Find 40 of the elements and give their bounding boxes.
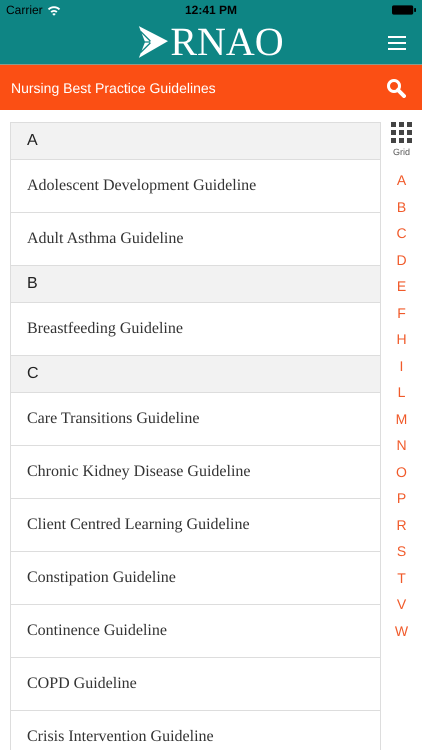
search-icon[interactable]	[386, 78, 406, 98]
grid-label: Grid	[392, 147, 410, 157]
grid-icon[interactable]	[391, 122, 412, 143]
index-letter[interactable]: I	[400, 352, 404, 379]
carrier-label: Carrier	[6, 3, 43, 17]
logo-icon	[138, 25, 168, 59]
page-title: Nursing Best Practice Guidelines	[11, 80, 216, 96]
section-header: B	[11, 266, 380, 303]
clock: 12:41 PM	[184, 3, 238, 17]
index-letter[interactable]: C	[396, 220, 407, 246]
guideline-item[interactable]: Care Transitions Guideline	[11, 393, 380, 446]
wifi-icon	[46, 4, 61, 16]
battery-icon	[392, 4, 416, 16]
index-letter[interactable]: M	[396, 406, 408, 432]
guideline-item[interactable]: Crisis Intervention Guideline	[11, 711, 380, 750]
menu-icon[interactable]	[388, 36, 406, 50]
logo-text: RNAO	[170, 22, 284, 62]
guideline-item[interactable]: Chronic Kidney Disease Guideline	[11, 446, 380, 499]
guideline-item[interactable]: COPD Guideline	[11, 658, 380, 711]
index-letter[interactable]: H	[396, 326, 407, 352]
index-letter[interactable]: F	[397, 300, 406, 326]
index-letter[interactable]: S	[396, 538, 406, 564]
section-header: C	[11, 356, 380, 393]
guideline-item[interactable]: Constipation Guideline	[11, 552, 380, 605]
index-letter[interactable]: B	[396, 194, 406, 220]
index-letter[interactable]: A	[396, 167, 406, 194]
index-letter[interactable]: R	[396, 512, 407, 538]
index-letter[interactable]: V	[396, 591, 406, 618]
index-letter[interactable]: T	[397, 564, 406, 591]
index-letter[interactable]: E	[396, 273, 406, 300]
index-letter[interactable]: L	[398, 379, 406, 406]
index-letter[interactable]: N	[396, 432, 407, 458]
guideline-item[interactable]: Client Centred Learning Guideline	[11, 499, 380, 552]
index-letter[interactable]: D	[396, 246, 407, 273]
section-header: A	[11, 123, 380, 160]
index-letter[interactable]: W	[394, 618, 408, 644]
guideline-item[interactable]: Adolescent Development Guideline	[11, 160, 380, 213]
index-letter[interactable]: P	[396, 485, 406, 512]
guideline-item[interactable]: Continence Guideline	[11, 605, 380, 658]
index-letter[interactable]: O	[396, 458, 407, 485]
